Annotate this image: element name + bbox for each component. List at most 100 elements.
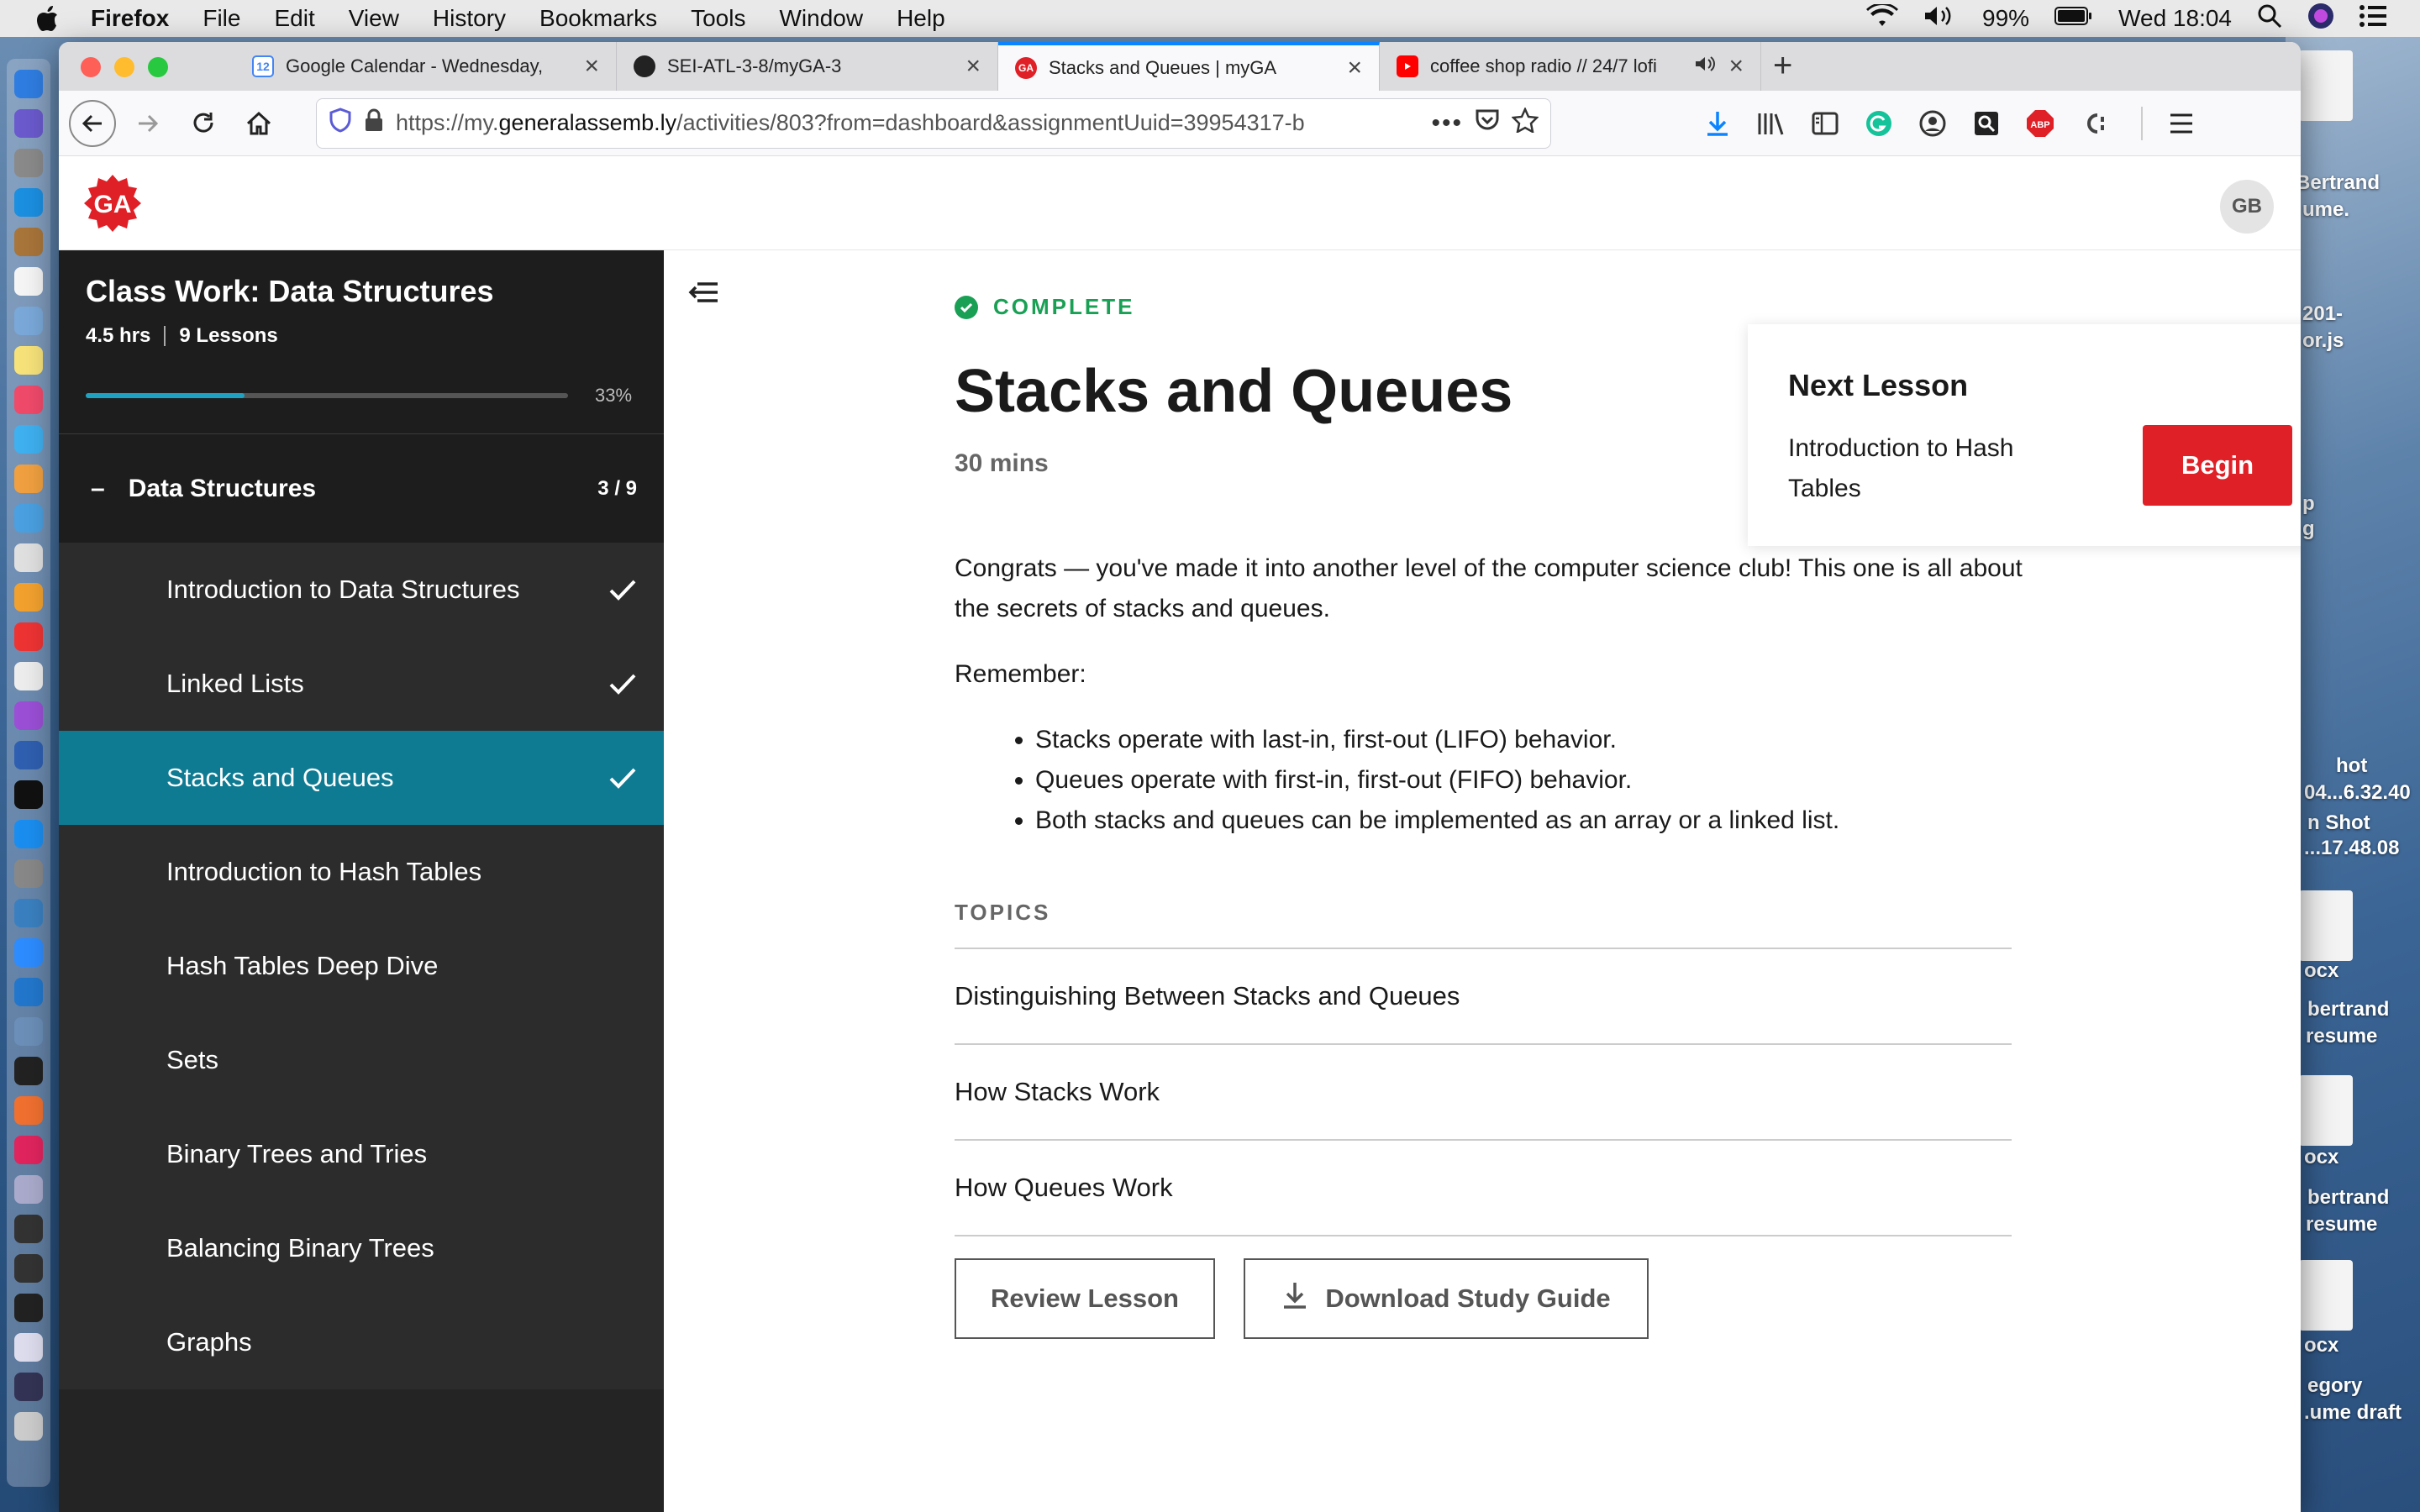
user-avatar[interactable]: GB (2220, 180, 2274, 234)
battery-icon[interactable] (2054, 5, 2093, 32)
spotlight-search-icon[interactable] (2257, 3, 2282, 34)
menu-file[interactable]: File (203, 5, 240, 32)
window-thumbnail-icon[interactable] (14, 1333, 43, 1362)
forward-arrow-icon[interactable] (124, 100, 171, 147)
bluetooth-icon[interactable] (14, 899, 43, 927)
notes-icon[interactable] (14, 346, 43, 375)
menu-bookmarks[interactable]: Bookmarks (539, 5, 657, 32)
begin-button[interactable]: Begin (2143, 425, 2292, 506)
desktop-file-icon[interactable] (2299, 1260, 2353, 1331)
collapse-sidebar-icon[interactable] (687, 276, 721, 309)
topic-item[interactable]: Distinguishing Between Stacks and Queues (955, 949, 2012, 1045)
volume-icon[interactable] (1923, 4, 1957, 34)
trash-icon[interactable] (14, 1412, 43, 1441)
menu-history[interactable]: History (433, 5, 506, 32)
menu-edit[interactable]: Edit (274, 5, 314, 32)
ga-logo-icon[interactable]: GA (84, 175, 141, 232)
keynote-icon[interactable] (14, 543, 43, 572)
firefox-dock-icon[interactable] (14, 1096, 43, 1125)
home-icon[interactable] (235, 100, 282, 147)
zoom-icon[interactable] (14, 938, 43, 967)
sidebar-item-intro-data-structures[interactable]: Introduction to Data Structures (59, 543, 664, 637)
preview-icon[interactable] (14, 307, 43, 335)
sidebar-toggle-icon[interactable] (1810, 108, 1840, 139)
menu-app-name[interactable]: Firefox (91, 5, 169, 32)
tab-google-calendar[interactable]: 12 Google Calendar - Wednesday, × (235, 42, 617, 91)
clock[interactable]: Wed 18:04 (2118, 5, 2232, 32)
desktop-file-icon[interactable] (2299, 890, 2353, 961)
vscode-icon[interactable] (14, 978, 43, 1006)
close-window-button[interactable] (81, 57, 101, 77)
collapse-minus-icon[interactable]: – (91, 475, 105, 503)
music-icon[interactable] (14, 386, 43, 414)
minimize-window-button[interactable] (114, 57, 134, 77)
menu-help[interactable]: Help (897, 5, 945, 32)
close-tab-icon[interactable]: × (965, 52, 981, 81)
menu-tools[interactable]: Tools (691, 5, 745, 32)
notification-center-icon[interactable] (2360, 4, 2386, 34)
bookmark-star-icon[interactable] (1511, 106, 1539, 139)
messages-icon[interactable] (14, 425, 43, 454)
library-icon[interactable] (1756, 108, 1786, 139)
tab-stacks-and-queues[interactable]: GA Stacks and Queues | myGA × (998, 42, 1380, 91)
back-arrow-icon[interactable] (69, 99, 116, 147)
siri-icon[interactable] (2307, 3, 2334, 35)
window-thumbnail-icon[interactable] (14, 1373, 43, 1401)
grammarly-icon[interactable] (1864, 108, 1894, 139)
tab-github[interactable]: SEI-ATL-3-8/myGA-3 × (617, 42, 998, 91)
finder-icon[interactable] (14, 70, 43, 98)
menu-window[interactable]: Window (779, 5, 863, 32)
safari-icon[interactable] (14, 188, 43, 217)
window-thumbnail-icon[interactable] (14, 1294, 43, 1322)
news-icon[interactable] (14, 622, 43, 651)
url-bar[interactable]: https://my.generalassemb.ly/activities/8… (316, 97, 1551, 149)
numbers-icon[interactable] (14, 504, 43, 533)
reminders-icon[interactable] (14, 662, 43, 690)
sidebar-item-linked-lists[interactable]: Linked Lists (59, 637, 664, 731)
menu-view[interactable]: View (349, 5, 399, 32)
reload-icon[interactable] (180, 100, 227, 147)
lock-icon[interactable] (364, 108, 384, 139)
apple-tv-icon[interactable] (14, 780, 43, 809)
photos-icon[interactable] (14, 583, 43, 612)
sidebar-item-intro-hash-tables[interactable]: Introduction to Hash Tables (59, 825, 664, 919)
section-data-structures[interactable]: – Data Structures 3 / 9 (59, 433, 664, 543)
tab-youtube[interactable]: coffee shop radio // 24/7 lofi × (1380, 42, 1761, 91)
extension-icon[interactable] (2079, 108, 2109, 139)
speaker-icon[interactable] (1695, 55, 1717, 78)
maximize-window-button[interactable] (148, 57, 168, 77)
close-tab-icon[interactable]: × (1728, 52, 1744, 81)
apple-icon[interactable] (30, 2, 64, 35)
downloads-icon[interactable] (1702, 108, 1733, 139)
topic-item[interactable]: How Stacks Work (955, 1045, 2012, 1141)
pocket-icon[interactable] (1475, 108, 1500, 138)
desktop-file-icon[interactable] (2299, 1075, 2353, 1146)
sidebar-item-binary-trees-tries[interactable]: Binary Trees and Tries (59, 1107, 664, 1201)
review-lesson-button[interactable]: Review Lesson (955, 1258, 1215, 1339)
url-text[interactable]: https://my.generalassemb.ly/activities/8… (396, 110, 1419, 136)
pages-icon[interactable] (14, 465, 43, 493)
topic-item[interactable]: How Queues Work (955, 1141, 2012, 1236)
sidebar-item-sets[interactable]: Sets (59, 1013, 664, 1107)
slack-icon[interactable] (14, 1136, 43, 1164)
desktop-file-icon[interactable] (2299, 50, 2353, 121)
account-icon[interactable] (1918, 108, 1948, 139)
sidebar-item-hash-tables-deep-dive[interactable]: Hash Tables Deep Dive (59, 919, 664, 1013)
terminal-icon[interactable] (14, 1057, 43, 1085)
page-actions-icon[interactable]: ••• (1431, 109, 1463, 138)
calendar-dock-icon[interactable] (14, 267, 43, 296)
close-tab-icon[interactable]: × (584, 52, 599, 81)
word-icon[interactable] (14, 741, 43, 769)
download-study-guide-button[interactable]: Download Study Guide (1244, 1258, 1649, 1339)
podcasts-icon[interactable] (14, 701, 43, 730)
sidebar-item-graphs[interactable]: Graphs (59, 1295, 664, 1389)
new-tab-icon[interactable]: + (1773, 47, 1792, 85)
window-thumbnail-icon[interactable] (14, 1215, 43, 1243)
shield-icon[interactable] (329, 108, 352, 139)
window-thumbnail-icon[interactable] (14, 1254, 43, 1283)
extension-search-icon[interactable] (1971, 108, 2002, 139)
sidebar-item-balancing-binary-trees[interactable]: Balancing Binary Trees (59, 1201, 664, 1295)
sidebar-item-stacks-and-queues[interactable]: Stacks and Queues (59, 731, 664, 825)
help-icon[interactable] (14, 1017, 43, 1046)
image-capture-icon[interactable] (14, 1175, 43, 1204)
